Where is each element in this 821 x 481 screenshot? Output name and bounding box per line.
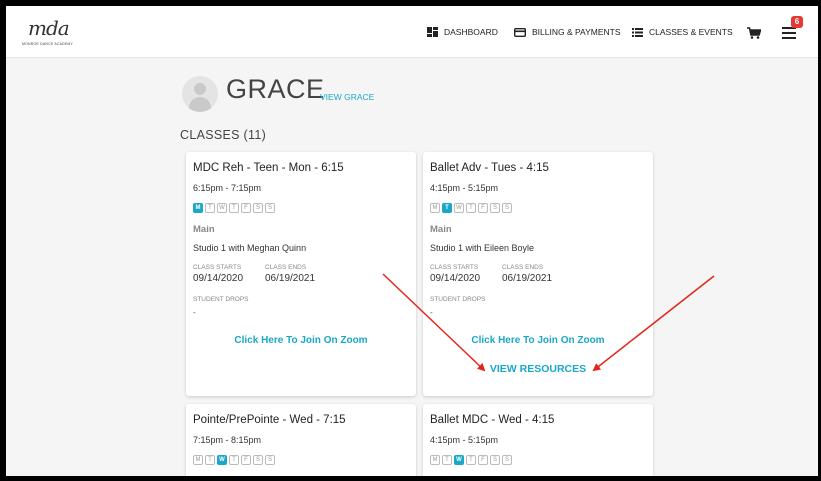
class-ends-label: CLASS ENDS: [502, 264, 544, 271]
class-title: Ballet Adv - Tues - 4:15: [430, 162, 549, 174]
class-card: Ballet Adv - Tues - 4:15 4:15pm - 5:15pm…: [423, 152, 653, 396]
day-sat: S: [490, 203, 500, 213]
class-title: MDC Reh - Teen - Mon - 6:15: [193, 162, 344, 174]
logo-subtitle: MONROE DANCE ACADEMY: [22, 42, 74, 46]
view-student-link[interactable]: VIEW GRACE: [320, 92, 374, 102]
day-thu: T: [229, 203, 239, 213]
day-thu: T: [466, 203, 476, 213]
class-end-date: 06/19/2021: [265, 273, 316, 284]
day-sat: S: [253, 455, 263, 465]
logo-script: mda: [28, 16, 70, 40]
class-starts-label: CLASS STARTS: [430, 264, 479, 271]
student-drops-value: -: [193, 308, 196, 317]
credit-card-icon: [514, 27, 526, 37]
day-fri: F: [241, 455, 251, 465]
day-wed: W: [217, 455, 227, 465]
class-location: Main: [430, 224, 452, 235]
class-studio: Studio 1 with Eileen Boyle: [430, 243, 535, 253]
student-name: GRACE: [226, 74, 325, 104]
class-starts-label: CLASS STARTS: [193, 264, 242, 271]
nav-dashboard-label: DASHBOARD: [444, 27, 498, 37]
class-ends-label: CLASS ENDS: [265, 264, 307, 271]
day-sun: S: [502, 455, 512, 465]
class-start-date: 09/14/2020: [193, 273, 244, 284]
day-sun: S: [265, 203, 275, 213]
class-time: 4:15pm - 5:15pm: [430, 435, 499, 445]
weekday-indicator: M T W T F S S: [430, 203, 514, 213]
day-fri: F: [241, 203, 251, 213]
day-sat: S: [253, 203, 263, 213]
nav-billing-label: BILLING & PAYMENTS: [532, 27, 621, 37]
class-title: Ballet MDC - Wed - 4:15: [430, 414, 555, 426]
class-card: Ballet MDC - Wed - 4:15 4:15pm - 5:15pm …: [423, 404, 653, 476]
day-tue: T: [205, 455, 215, 465]
day-mon: M: [193, 455, 203, 465]
student-drops-value: -: [430, 308, 433, 317]
classes-heading: CLASSES (11): [180, 128, 267, 142]
app-frame: mda MONROE DANCE ACADEMY DASHBOARD BILLI…: [6, 6, 818, 476]
class-studio: Studio 1 with Meghan Quinn: [193, 243, 307, 253]
top-navigation-bar: mda MONROE DANCE ACADEMY DASHBOARD BILLI…: [6, 6, 818, 58]
weekday-indicator: M T W T F S S: [430, 455, 514, 465]
class-location: Main: [193, 224, 215, 235]
class-card: MDC Reh - Teen - Mon - 6:15 6:15pm - 7:1…: [186, 152, 416, 396]
join-zoom-link[interactable]: Click Here To Join On Zoom: [423, 335, 653, 346]
class-time: 6:15pm - 7:15pm: [193, 183, 262, 193]
view-resources-link[interactable]: VIEW RESOURCES: [423, 363, 653, 375]
day-sat: S: [490, 455, 500, 465]
class-time: 7:15pm - 8:15pm: [193, 435, 262, 445]
hamburger-menu-icon[interactable]: [782, 27, 796, 39]
class-end-date: 06/19/2021: [502, 273, 553, 284]
day-tue: T: [442, 203, 452, 213]
class-card: Pointe/PrePointe - Wed - 7:15 7:15pm - 8…: [186, 404, 416, 476]
student-drops-label: STUDENT DROPS: [430, 296, 486, 303]
day-wed: W: [454, 203, 464, 213]
day-wed: W: [454, 455, 464, 465]
nav-dashboard[interactable]: DASHBOARD: [427, 6, 498, 58]
nav-classes-label: CLASSES & EVENTS: [649, 27, 733, 37]
day-fri: F: [478, 455, 488, 465]
academy-logo[interactable]: mda MONROE DANCE ACADEMY: [22, 16, 82, 50]
nav-classes-events[interactable]: CLASSES & EVENTS: [632, 6, 733, 58]
dashboard-icon: [427, 27, 438, 37]
day-sun: S: [502, 203, 512, 213]
day-wed: W: [217, 203, 227, 213]
weekday-indicator: M T W T F S S: [193, 203, 277, 213]
day-mon: M: [193, 203, 203, 213]
day-fri: F: [478, 203, 488, 213]
student-drops-label: STUDENT DROPS: [193, 296, 249, 303]
class-title: Pointe/PrePointe - Wed - 7:15: [193, 414, 346, 426]
join-zoom-link[interactable]: Click Here To Join On Zoom: [186, 335, 416, 346]
day-tue: T: [205, 203, 215, 213]
day-mon: M: [430, 203, 440, 213]
student-avatar: [182, 76, 218, 112]
class-start-date: 09/14/2020: [430, 273, 481, 284]
nav-billing-payments[interactable]: BILLING & PAYMENTS: [514, 6, 621, 58]
class-time: 4:15pm - 5:15pm: [430, 183, 499, 193]
notification-badge: 6: [791, 16, 803, 28]
day-mon: M: [430, 455, 440, 465]
list-icon: [632, 27, 643, 37]
day-sun: S: [265, 455, 275, 465]
day-thu: T: [229, 455, 239, 465]
day-tue: T: [442, 455, 452, 465]
weekday-indicator: M T W T F S S: [193, 455, 277, 465]
day-thu: T: [466, 455, 476, 465]
cart-icon[interactable]: [747, 27, 761, 39]
